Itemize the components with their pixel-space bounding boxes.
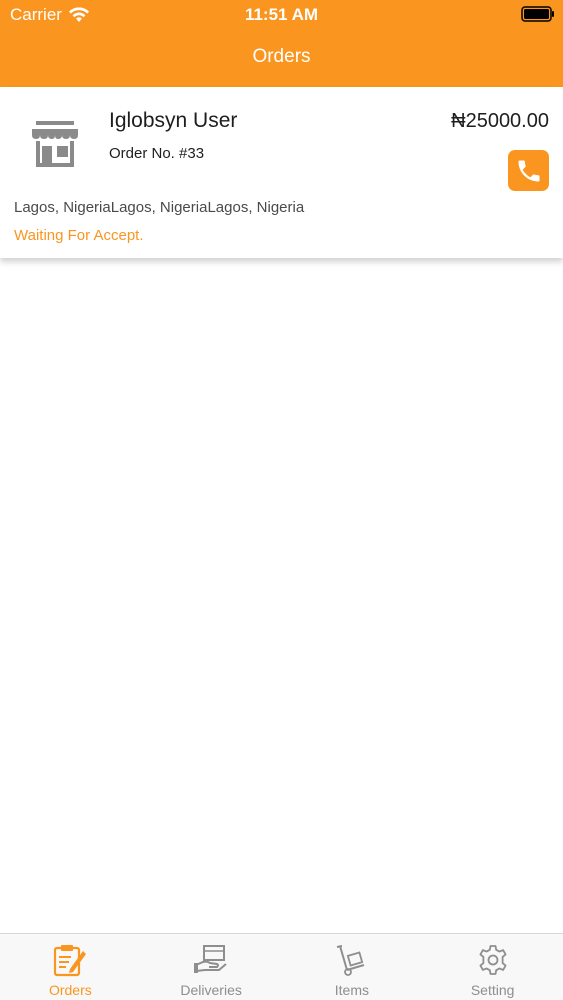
status-bar: Carrier 11:51 AM [0, 0, 563, 28]
tab-orders[interactable]: Orders [0, 934, 141, 1000]
tab-setting-label: Setting [470, 982, 515, 998]
order-price: ₦25000.00 [451, 110, 549, 132]
tab-items-label: Items [334, 982, 369, 998]
battery-icon [521, 6, 554, 22]
order-address: Lagos, NigeriaLagos, NigeriaLagos, Niger… [14, 199, 305, 216]
phone-icon [518, 160, 539, 181]
page-title: Orders [252, 46, 311, 67]
store-icon [32, 121, 78, 167]
orders-screen: Carrier 11:51 AM Orders Iglobsyn User Or… [0, 0, 563, 1000]
hand-truck-icon [336, 945, 365, 976]
order-number: Order No. #33 [109, 145, 205, 162]
call-button[interactable] [508, 150, 549, 191]
orders-clipboard-icon [54, 945, 87, 977]
tab-deliveries[interactable]: Deliveries [141, 934, 282, 1000]
delivery-hand-icon [194, 945, 227, 973]
gear-icon [479, 945, 507, 975]
tab-bar: Orders Deliveries Items Setting [0, 933, 563, 1000]
tab-deliveries-label: Deliveries [180, 982, 242, 998]
order-status: Waiting For Accept. [14, 227, 144, 244]
status-time: 11:51 AM [244, 5, 319, 24]
tab-setting[interactable]: Setting [422, 934, 563, 1000]
customer-name: Iglobsyn User [109, 109, 238, 132]
order-card[interactable]: Iglobsyn User Order No. #33 ₦25000.00 La… [0, 87, 563, 258]
header: Carrier 11:51 AM Orders [0, 0, 563, 87]
tab-items[interactable]: Items [282, 934, 423, 1000]
tab-orders-label: Orders [48, 982, 92, 998]
